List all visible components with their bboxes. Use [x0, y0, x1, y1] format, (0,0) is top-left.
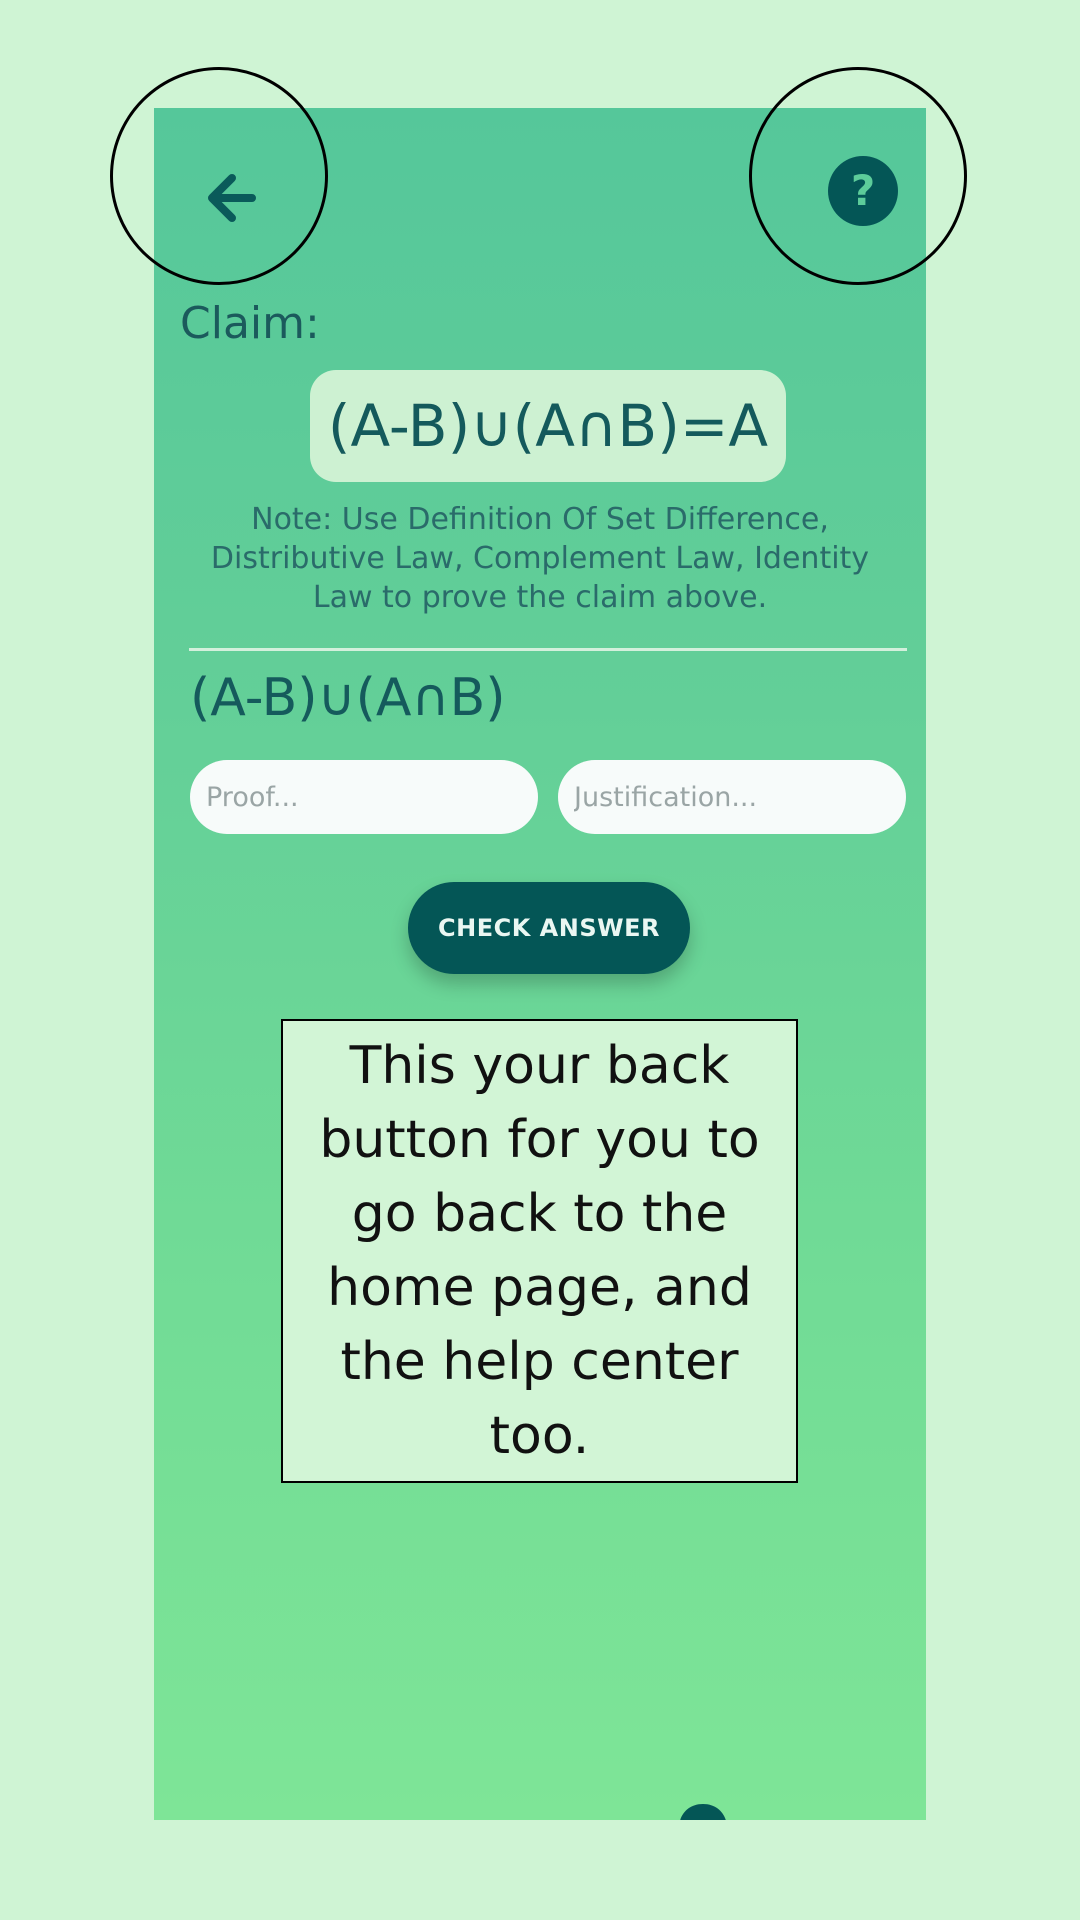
hint-button[interactable] — [676, 1802, 730, 1820]
lightbulb-icon — [680, 1804, 726, 1820]
proof-expression: (A-B)∪(A∩B) — [190, 668, 506, 728]
claim-equation: (A-B)∪(A∩B)=A — [327, 392, 769, 460]
divider — [189, 648, 907, 651]
claim-label: Claim: — [180, 298, 320, 349]
tutorial-callout: This your back button for you to go back… — [281, 1019, 798, 1483]
claim-equation-box: (A-B)∪(A∩B)=A — [310, 370, 786, 482]
tutorial-callout-text: This your back button for you to go back… — [319, 1036, 760, 1466]
proof-input[interactable] — [190, 760, 538, 834]
app-screen: ? Claim: (A-B)∪(A∩B)=A Note: Use Definit… — [154, 108, 926, 1820]
justification-input[interactable] — [558, 760, 906, 834]
claim-note: Note: Use Definition Of Set Difference, … — [210, 502, 870, 615]
highlight-ring-help — [749, 67, 967, 285]
highlight-ring-back — [110, 67, 328, 285]
check-answer-button[interactable]: CHECK ANSWER — [408, 882, 690, 974]
